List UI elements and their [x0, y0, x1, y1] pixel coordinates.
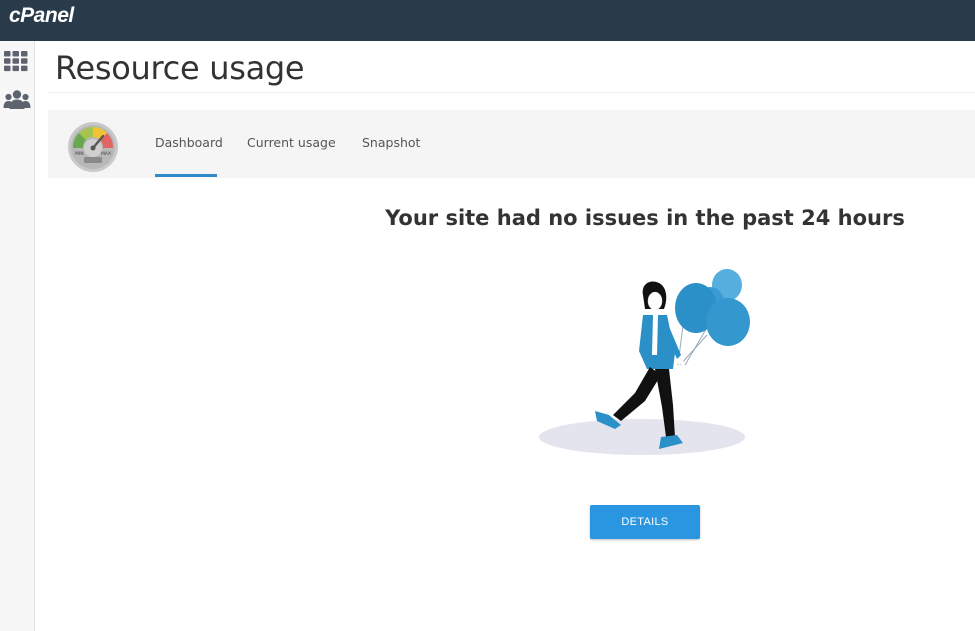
status-headline: Your site had no issues in the past 24 h… [385, 206, 905, 230]
gauge-min-label: MIN [75, 151, 84, 157]
page-title: Resource usage [55, 49, 305, 87]
cpanel-logo[interactable]: cPanel [9, 4, 74, 28]
gauge-max-label: MAX [101, 151, 111, 157]
balloon-woman-illustration [535, 265, 755, 465]
tab-current-usage-label: Current usage [247, 135, 336, 150]
tab-snapshot-label: Snapshot [362, 135, 421, 150]
details-button[interactable]: DETAILS [590, 505, 700, 539]
tab-bar: MIN MAX Dashboard Current usage Snapshot [48, 110, 975, 178]
users-icon[interactable] [3, 89, 31, 113]
top-bar: cPanel [0, 0, 975, 41]
sidebar [0, 41, 35, 631]
title-divider [48, 92, 975, 93]
grid-icon[interactable] [3, 50, 29, 74]
tab-active-indicator [155, 174, 217, 177]
gauge-icon: MIN MAX [67, 121, 119, 173]
tab-dashboard-label: Dashboard [155, 135, 223, 150]
